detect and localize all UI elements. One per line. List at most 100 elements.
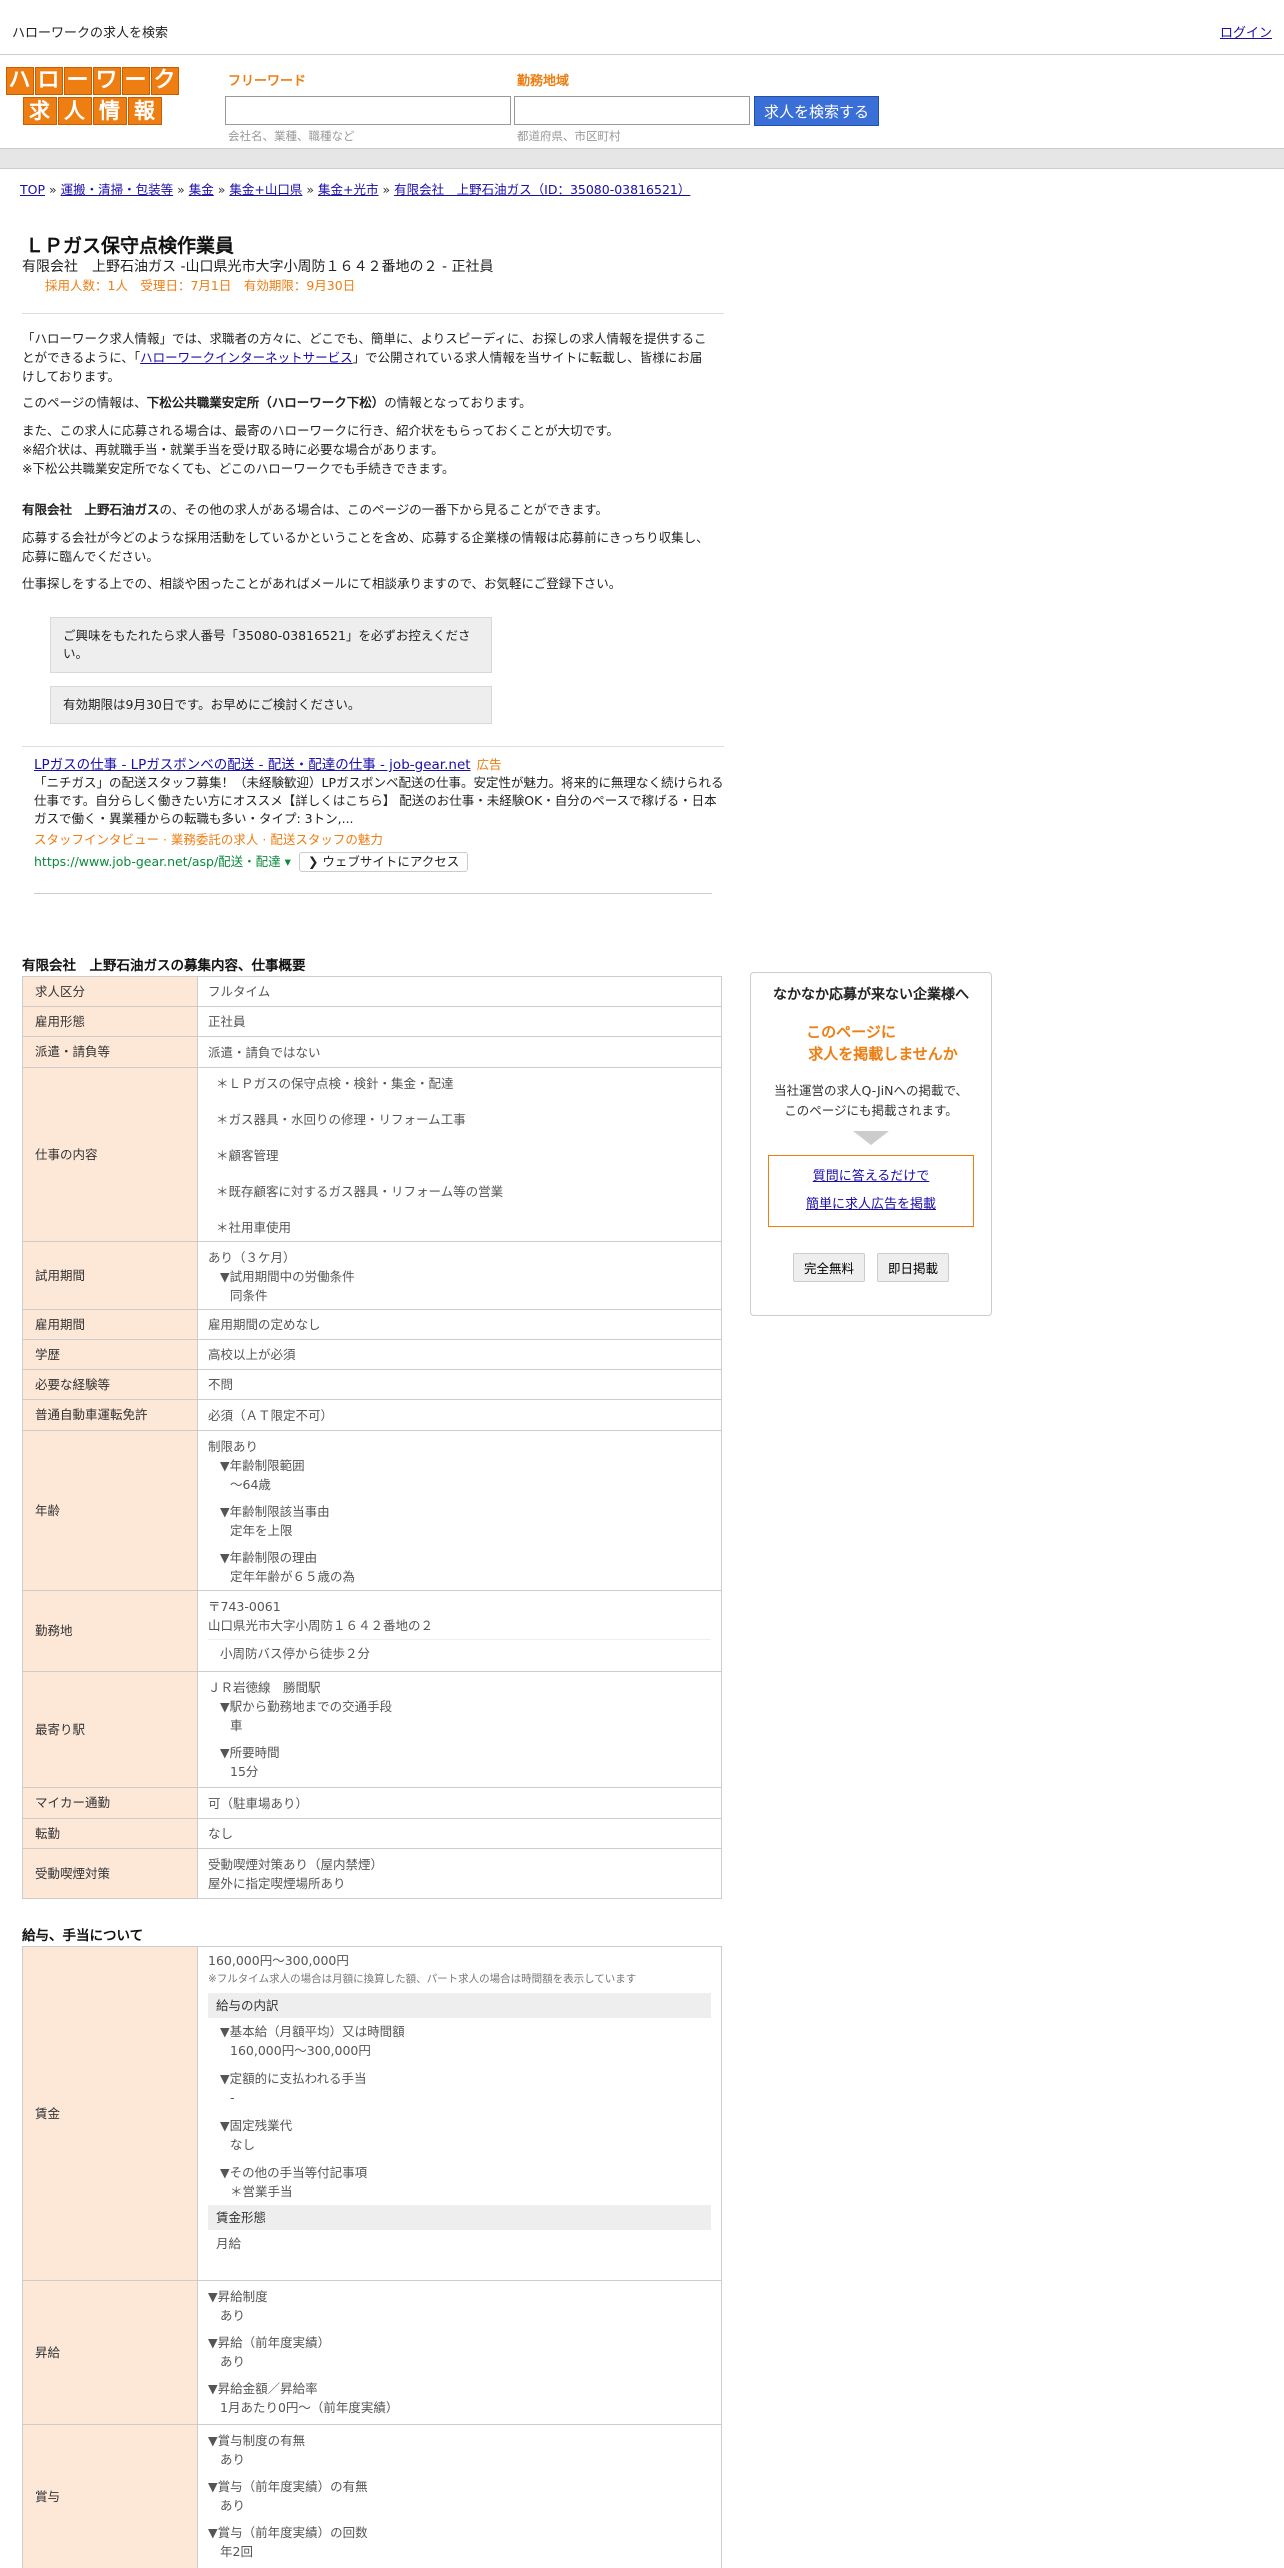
breadcrumb-prefecture[interactable]: 集金+山口県 (229, 182, 302, 197)
table-row: 求人区分 フルタイム (22, 976, 722, 1007)
sidebar-catch-line: 求人を掲載しませんか (808, 1044, 958, 1063)
intro-paragraph-1: 「ハローワーク求人情報」では、求職者の方々に、どこでも、簡単に、よりスピーディに… (22, 329, 714, 386)
logo-char: 報 (127, 97, 162, 125)
value-line: あり (220, 2452, 246, 2467)
value-line: 同条件 (230, 1288, 268, 1303)
breadcrumb-top[interactable]: TOP (20, 182, 45, 197)
area-input[interactable] (514, 96, 750, 125)
row-value: 可（駐車場あり） (197, 1787, 722, 1819)
top-bar: ハローワークの求人を検索 ログイン (0, 0, 1284, 55)
table-row: 賃金 160,000円〜300,000円 ※フルタイム求人の場合は月額に換算した… (22, 1946, 722, 2281)
deadline-note: 有効期限は9月30日です。お早めにご検討ください。 (50, 686, 492, 724)
value-line: あり (220, 2354, 246, 2369)
table-row: 受動喫煙対策 受動喫煙対策あり（屋内禁煙） 屋外に指定喫煙場所あり (22, 1848, 722, 1899)
logo-char: 情 (92, 97, 127, 125)
answer-questions-link[interactable]: 質問に答えるだけで (769, 1163, 973, 1191)
value-line: 15分 (230, 1764, 259, 1779)
ad-sitelinks[interactable]: スタッフインタビュー · 業務委託の求人 · 配送スタッフの魅力 (34, 831, 724, 849)
keyword-hint: 会社名、業種、職種など (228, 129, 355, 143)
value-line: ▼賞与（前年度実績）の有無 (208, 2479, 368, 2494)
sidebar-link-box: 質問に答えるだけで 簡単に求人広告を掲載 (768, 1154, 974, 1227)
search-button[interactable]: 求人を検索する (754, 96, 879, 126)
free-button[interactable]: 完全無料 (792, 1252, 865, 1282)
details-table: 求人区分 フルタイム 雇用形態 正社員 派遣・請負等 派遣・請負ではない 仕事の内容 … (22, 976, 722, 1899)
row-key: 賞与 (22, 2424, 198, 2568)
row-key: マイカー通勤 (22, 1787, 198, 1819)
intro-text: このページの情報は、 (22, 395, 147, 410)
row-key: 勤務地 (22, 1590, 198, 1672)
value-line: ▼年齢制限該当事由 (220, 1504, 330, 1519)
wage-breakdown-heading: 給与の内訳 (208, 1993, 711, 2018)
job-duty: ＊ガス器具・水回りの修理・リフォーム工事 (216, 1112, 466, 1127)
value-line: 160,000円〜300,000円 (230, 2043, 371, 2058)
table-row: 学歴 高校以上が必須 (22, 1339, 722, 1370)
divider (34, 893, 712, 894)
sidebar-description-line: このページにも掲載されます。 (784, 1102, 958, 1118)
job-duty: ＊既存顧客に対するガス器具・リフォーム等の営業 (216, 1184, 504, 1199)
row-value: なし (197, 1818, 722, 1849)
row-value: 雇用期間の定めなし (197, 1309, 722, 1340)
keyword-input[interactable] (225, 96, 511, 125)
value-line: あり (220, 2498, 246, 2513)
sidebar-description-line: 当社運営の求人Q-JiNへの掲載で、 (774, 1082, 968, 1098)
ad-title-link[interactable]: LPガスの仕事 - LPガスボンベの配送 - 配送・配達の仕事 - job-ge… (34, 757, 471, 773)
post-job-ad-link[interactable]: 簡単に求人広告を掲載 (769, 1191, 973, 1219)
details-heading: 有限会社 上野石油ガスの募集内容、仕事概要 (22, 958, 306, 974)
breadcrumb-current[interactable]: 有限会社 上野石油ガス（ID：35080-03816521） (394, 182, 690, 197)
same-day-button[interactable]: 即日掲載 (877, 1252, 950, 1282)
row-key: 雇用期間 (22, 1309, 198, 1340)
row-key: 試用期間 (22, 1241, 198, 1310)
value-line: ▼賞与（前年度実績）の回数 (208, 2525, 368, 2540)
table-row: 最寄り駅 ＪＲ岩徳線 勝間駅 ▼駅から勤務地までの交通手段 車 ▼所要時間 15… (22, 1671, 722, 1788)
table-row: 普通自動車運転免許 必須（ＡＴ限定不可） (22, 1399, 722, 1431)
intro-line: ※紹介状は、再就職手当・就業手当を受け取る時に必要な場合があります。 (22, 442, 444, 457)
salary-heading: 給与、手当について (22, 1928, 144, 1944)
site-title: ハローワークの求人を検索 (12, 26, 169, 41)
divider (22, 313, 724, 314)
breadcrumb: TOP » 運搬・清掃・包装等 » 集金 » 集金+山口県 » 集金+光市 » … (20, 182, 691, 197)
breadcrumb-job[interactable]: 集金 (189, 182, 214, 197)
ad-description: 「ニチガス」の配送スタッフ募集！（未経験歓迎）LPガスボンベ配送の仕事。安定性が… (34, 775, 724, 826)
wage-note: ※フルタイム求人の場合は月額に換算した額、パート求人の場合は時間額を表示していま… (208, 1973, 637, 1985)
value-line: ▼昇給金額／昇給率 (208, 2381, 318, 2396)
row-value: 制限あり ▼年齢制限範囲 〜64歳 ▼年齢制限該当事由 定年を上限 ▼年齢制限の… (197, 1430, 722, 1591)
chevron-down-icon[interactable]: ▾ (285, 853, 291, 871)
breadcrumb-city[interactable]: 集金+光市 (318, 182, 378, 197)
value-line: 〜64歳 (230, 1477, 271, 1492)
value-line: ▼その他の手当等付記事項 (220, 2165, 368, 2180)
address: 山口県光市大字小周防１６４２番地の２ (208, 1618, 434, 1633)
row-value: ▼昇給制度 あり ▼昇給（前年度実績） あり ▼昇給金額／昇給率 1月あたり0円… (197, 2280, 722, 2425)
value-line: 定年を上限 (230, 1523, 293, 1538)
divider (22, 746, 724, 747)
login-link[interactable]: ログイン (1220, 24, 1272, 44)
row-key: 求人区分 (22, 976, 198, 1007)
intro-paragraph-4: 有限会社 上野石油ガスの、その他の求人がある場合は、このページの一番下から見るこ… (22, 500, 714, 519)
hellowork-logo[interactable]: ハ ロ ー ワ ー ク 求 人 情 報 (4, 67, 180, 125)
table-row: 賞与 ▼賞与制度の有無 あり ▼賞与（前年度実績）の有無 あり ▼賞与（前年度実… (22, 2424, 722, 2568)
visit-website-button[interactable]: ❯ ウェブサイトにアクセス (298, 852, 469, 872)
table-row: 雇用期間 雇用期間の定めなし (22, 1309, 722, 1340)
logo-char: ー (121, 67, 150, 95)
row-value: 160,000円〜300,000円 ※フルタイム求人の場合は月額に換算した額、パ… (197, 1946, 722, 2281)
row-value: 必須（ＡＴ限定不可） (197, 1399, 722, 1431)
value-line: 受動喫煙対策あり（屋内禁煙） (208, 1856, 384, 1872)
logo-char: ハ (5, 67, 34, 95)
row-value: 受動喫煙対策あり（屋内禁煙） 屋外に指定喫煙場所あり (197, 1848, 722, 1899)
breadcrumb-category[interactable]: 運搬・清掃・包装等 (61, 182, 174, 197)
job-number-note: ご興味をもたれたら求人番号「35080-03816521」を必ずお控えください。 (50, 617, 492, 673)
value-line: ▼昇給（前年度実績） (208, 2335, 331, 2350)
row-key: 受動喫煙対策 (22, 1848, 198, 1899)
value-line: ▼年齢制限範囲 (220, 1458, 305, 1473)
table-row: マイカー通勤 可（駐車場あり） (22, 1787, 722, 1819)
value-line: ▼年齢制限の理由 (220, 1550, 318, 1565)
ad-label: 広告 (476, 757, 502, 772)
value-line: ＊営業手当 (230, 2184, 293, 2199)
intro-text: の、その他の求人がある場合は、このページの一番下から見ることができます。 (159, 502, 609, 517)
row-key: 年齢 (22, 1430, 198, 1591)
ad-url[interactable]: https://www.job-gear.net/asp/配送・配達 (34, 853, 281, 871)
logo-char: 人 (57, 97, 92, 125)
value-line: ▼所要時間 (220, 1745, 280, 1760)
hellowork-internet-link[interactable]: ハローワークインターネットサービス (140, 350, 353, 365)
row-value: ＪＲ岩徳線 勝間駅 ▼駅から勤務地までの交通手段 車 ▼所要時間 15分 (197, 1671, 722, 1788)
value-line: - (230, 2090, 235, 2105)
